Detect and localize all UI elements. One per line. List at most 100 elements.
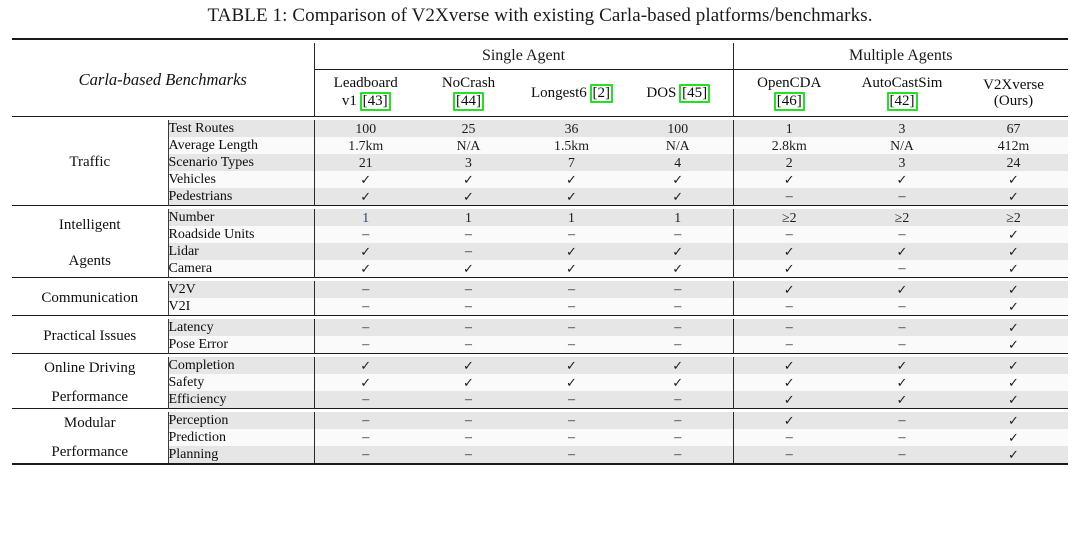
cell-value: ✓ [732, 171, 845, 188]
column-header-subname: [44] [417, 91, 520, 111]
cell-value: ✓ [732, 412, 845, 429]
column-group-header-1: Single Agent [313, 43, 733, 70]
cell-value: ✓ [845, 243, 959, 260]
cell-value: – [732, 188, 845, 206]
cell-value: 4 [623, 154, 733, 171]
cell-value: ✓ [959, 260, 1068, 278]
table-row: V2I – – – – – – ✓ [12, 298, 1068, 316]
table-row: Intelligent Agents Number 1 1 1 1 ≥2 ≥2 ≥2 [12, 209, 1068, 278]
row-label: Lidar [167, 243, 314, 260]
cell-value: – [845, 188, 959, 206]
table-row: Online Driving Performance Completion ✓ ✓ ✓ ✓ ✓… [12, 357, 1068, 409]
cell-value: ✓ [623, 374, 733, 391]
cell-value: ✓ [623, 260, 733, 278]
table-row: Pose Error – – – – – – ✓ [12, 336, 1068, 354]
column-header-4: DOS [45] [623, 69, 733, 117]
section-label-line1: Traffic [69, 154, 111, 171]
section-label-1: Traffic [12, 120, 168, 206]
column-header-name: OpenCDA [757, 75, 822, 92]
cell-value: – [520, 281, 623, 298]
cell-value: ✓ [520, 243, 623, 260]
cell-value: ✓ [959, 243, 1068, 260]
cell-value: ✓ [313, 374, 417, 391]
cell-value: ✓ [520, 374, 623, 391]
cell-value: – [520, 298, 623, 316]
cell-value: – [520, 336, 623, 354]
row-label: Number [167, 209, 314, 226]
citation-highlight: [43] [359, 91, 391, 111]
citation-highlight: [44] [453, 91, 484, 111]
cell-value: 2.8km [732, 137, 845, 154]
cell-value: – [623, 336, 733, 354]
cell-value: – [732, 336, 845, 354]
table-row: Scenario Types 21 3 7 4 2 3 24 [12, 154, 1068, 171]
section-label-line2: Performance [51, 388, 129, 405]
cell-value: – [417, 446, 520, 464]
cell-value: ✓ [732, 260, 845, 278]
row-label: Perception [167, 412, 314, 429]
cell-value: – [313, 281, 417, 298]
cell-value: ✓ [313, 357, 417, 374]
citation-highlight: [42] [886, 91, 918, 111]
section-label-line2: Performance [51, 443, 129, 460]
cell-value: ✓ [623, 171, 733, 188]
column-header-name: NoCrash [441, 75, 496, 92]
cell-value: – [313, 226, 417, 243]
cell-value: ✓ [313, 243, 417, 260]
cell-value: – [623, 281, 733, 298]
table-page: TABLE 1: Comparison of V2Xverse with exi… [0, 0, 1080, 555]
column-header-name: Longest6 [2] [520, 83, 623, 103]
cell-value: 3 [417, 154, 520, 171]
cell-value: ✓ [623, 243, 733, 260]
cell-value: ≥2 [959, 209, 1068, 226]
row-label: Scenario Types [167, 154, 314, 171]
row-label: Average Length [167, 137, 314, 154]
cell-value: 21 [313, 154, 417, 171]
cell-value: ✓ [845, 374, 959, 391]
section-label-line1: Communication [41, 289, 139, 306]
cell-value: ✓ [732, 357, 845, 374]
cell-value: – [623, 391, 733, 409]
cell-value: 3 [845, 154, 959, 171]
cell-value: – [845, 412, 959, 429]
cell-value: ✓ [959, 298, 1068, 316]
cell-value: – [417, 298, 520, 316]
cell-value: – [313, 391, 417, 409]
cell-value: 25 [417, 120, 520, 137]
cell-value: – [417, 319, 520, 336]
cell-value: ✓ [313, 260, 417, 278]
cell-value: – [732, 319, 845, 336]
cell-value: N/A [623, 137, 733, 154]
section-label-5: Online Driving Performance [12, 357, 168, 409]
cell-value: 7 [520, 154, 623, 171]
column-header-name: Leadboard [333, 75, 398, 92]
row-label: V2V [167, 281, 314, 298]
cell-value: ✓ [959, 357, 1068, 374]
row-label: Latency [167, 319, 314, 336]
row-label: Roadside Units [167, 226, 314, 243]
cell-value: – [732, 226, 845, 243]
cell-value: ✓ [623, 188, 733, 206]
section-label-line2: Agents [68, 253, 112, 269]
cell-value: – [845, 429, 959, 446]
cell-value: ✓ [732, 374, 845, 391]
cell-value: 67 [959, 120, 1068, 137]
column-header-subname: (Ours) [993, 93, 1034, 109]
cell-value: ✓ [959, 391, 1068, 409]
cell-value: – [732, 446, 845, 464]
cell-value: – [417, 391, 520, 409]
section-label-6: Modular Performance [12, 412, 168, 464]
cell-value: – [313, 298, 417, 316]
table-row: Camera ✓ ✓ ✓ ✓ ✓ – ✓ [12, 260, 1068, 278]
cell-value: – [732, 429, 845, 446]
cell-value: 100 [623, 120, 733, 137]
cell-value: 1.5km [520, 137, 623, 154]
cell-value: ✓ [845, 171, 959, 188]
cell-value: – [313, 446, 417, 464]
citation-highlight: [45] [679, 83, 711, 103]
row-label: Completion [167, 357, 314, 374]
cell-value: – [313, 429, 417, 446]
section-label-line1: Practical Issues [43, 327, 137, 344]
cell-value: ✓ [520, 171, 623, 188]
cell-value: 24 [959, 154, 1068, 171]
